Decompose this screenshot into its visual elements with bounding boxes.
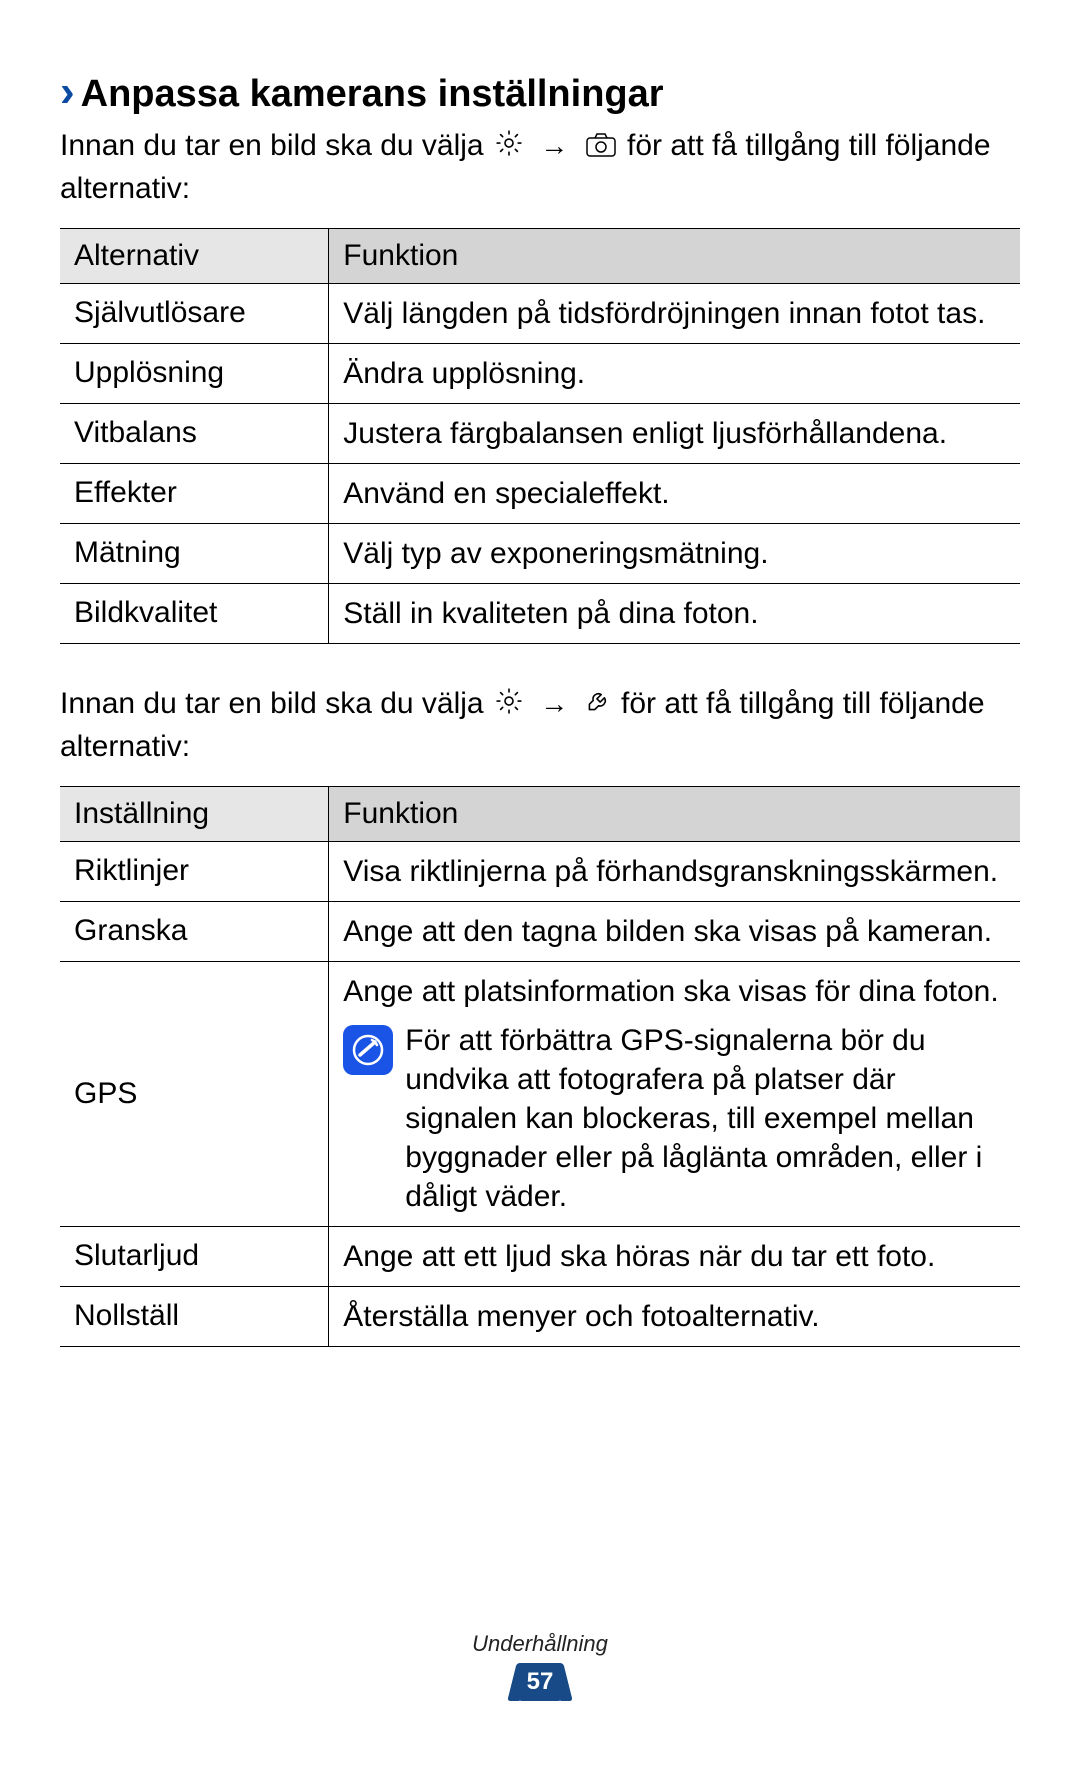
- camera-icon: [585, 129, 617, 170]
- table-row: Riktlinjer Visa riktlinjerna på förhands…: [60, 841, 1020, 901]
- table-row: Upplösning Ändra upplösning.: [60, 343, 1020, 403]
- option-desc: Välj typ av exponeringsmätning.: [329, 523, 1020, 583]
- section-heading: › Anpassa kamerans inställningar: [60, 70, 1020, 118]
- option-name: Granska: [60, 901, 329, 961]
- table-row: Slutarljud Ange att ett ljud ska höras n…: [60, 1226, 1020, 1286]
- intro-paragraph-1: Innan du tar en bild ska du välja → för …: [60, 126, 1020, 210]
- option-desc: Använd en specialeffekt.: [329, 463, 1020, 523]
- chevron-icon: ›: [60, 70, 75, 114]
- option-name: Nollställ: [60, 1286, 329, 1346]
- note-icon: [343, 1025, 393, 1075]
- heading-text: Anpassa kamerans inställningar: [81, 72, 664, 118]
- intro1-text-a: Innan du tar en bild ska du välja: [60, 129, 492, 162]
- table-header-col2: Funktion: [329, 786, 1020, 841]
- option-desc: Justera färgbalansen enligt ljusförhålla…: [329, 403, 1020, 463]
- option-desc: Ange att ett ljud ska höras när du tar e…: [329, 1226, 1020, 1286]
- options-table-1: Alternativ Funktion Självutlösare Välj l…: [60, 228, 1020, 644]
- table-header-col2: Funktion: [329, 228, 1020, 283]
- option-name: Mätning: [60, 523, 329, 583]
- table-header-col1: Inställning: [60, 786, 329, 841]
- table-row: Granska Ange att den tagna bilden ska vi…: [60, 901, 1020, 961]
- option-name: Slutarljud: [60, 1226, 329, 1286]
- option-name: Bildkvalitet: [60, 583, 329, 643]
- option-name: Effekter: [60, 463, 329, 523]
- settings-gear-icon: [494, 686, 524, 728]
- option-desc: Ange att den tagna bilden ska visas på k…: [329, 901, 1020, 961]
- option-name: Vitbalans: [60, 403, 329, 463]
- table-row: Effekter Använd en specialeffekt.: [60, 463, 1020, 523]
- settings-gear-icon: [494, 128, 524, 170]
- option-name: Riktlinjer: [60, 841, 329, 901]
- arrow-icon: →: [540, 685, 568, 723]
- option-desc: Ställ in kvaliteten på dina foton.: [329, 583, 1020, 643]
- table-row: Vitbalans Justera färgbalansen enligt lj…: [60, 403, 1020, 463]
- option-name: GPS: [60, 961, 329, 1226]
- note-text: För att förbättra GPS-signalerna bör du …: [405, 1021, 1006, 1216]
- option-desc: Ändra upplösning.: [329, 343, 1020, 403]
- page-number: 57: [527, 1668, 554, 1695]
- table-row: Självutlösare Välj längden på tidsfördrö…: [60, 283, 1020, 343]
- table-row: Nollställ Återställa menyer och fotoalte…: [60, 1286, 1020, 1346]
- table-header-row: Inställning Funktion: [60, 786, 1020, 841]
- page: › Anpassa kamerans inställningar Innan d…: [0, 0, 1080, 1771]
- options-table-2: Inställning Funktion Riktlinjer Visa rik…: [60, 786, 1020, 1347]
- table-row: GPS Ange att platsinformation ska visas …: [60, 961, 1020, 1226]
- intro2-text-a: Innan du tar en bild ska du välja: [60, 687, 492, 720]
- table-header-col1: Alternativ: [60, 228, 329, 283]
- table-header-row: Alternativ Funktion: [60, 228, 1020, 283]
- wrench-icon: [585, 686, 611, 728]
- table-row: Bildkvalitet Ställ in kvaliteten på dina…: [60, 583, 1020, 643]
- option-desc: Återställa menyer och fotoalternativ.: [329, 1286, 1020, 1346]
- footer-section-name: Underhållning: [0, 1631, 1080, 1657]
- page-footer: Underhållning 57: [0, 1631, 1080, 1701]
- option-desc: Välj längden på tidsfördröjningen innan …: [329, 283, 1020, 343]
- option-desc: Visa riktlinjerna på förhandsgransknings…: [329, 841, 1020, 901]
- page-number-badge: 57: [518, 1663, 562, 1701]
- option-name: Upplösning: [60, 343, 329, 403]
- option-desc-gps: Ange att platsinformation ska visas för …: [329, 961, 1020, 1226]
- intro-paragraph-2: Innan du tar en bild ska du välja → för …: [60, 684, 1020, 768]
- note-block: För att förbättra GPS-signalerna bör du …: [343, 1021, 1006, 1216]
- option-name: Självutlösare: [60, 283, 329, 343]
- arrow-icon: →: [540, 127, 568, 165]
- table-row: Mätning Välj typ av exponeringsmätning.: [60, 523, 1020, 583]
- gps-desc-text: Ange att platsinformation ska visas för …: [343, 972, 1006, 1011]
